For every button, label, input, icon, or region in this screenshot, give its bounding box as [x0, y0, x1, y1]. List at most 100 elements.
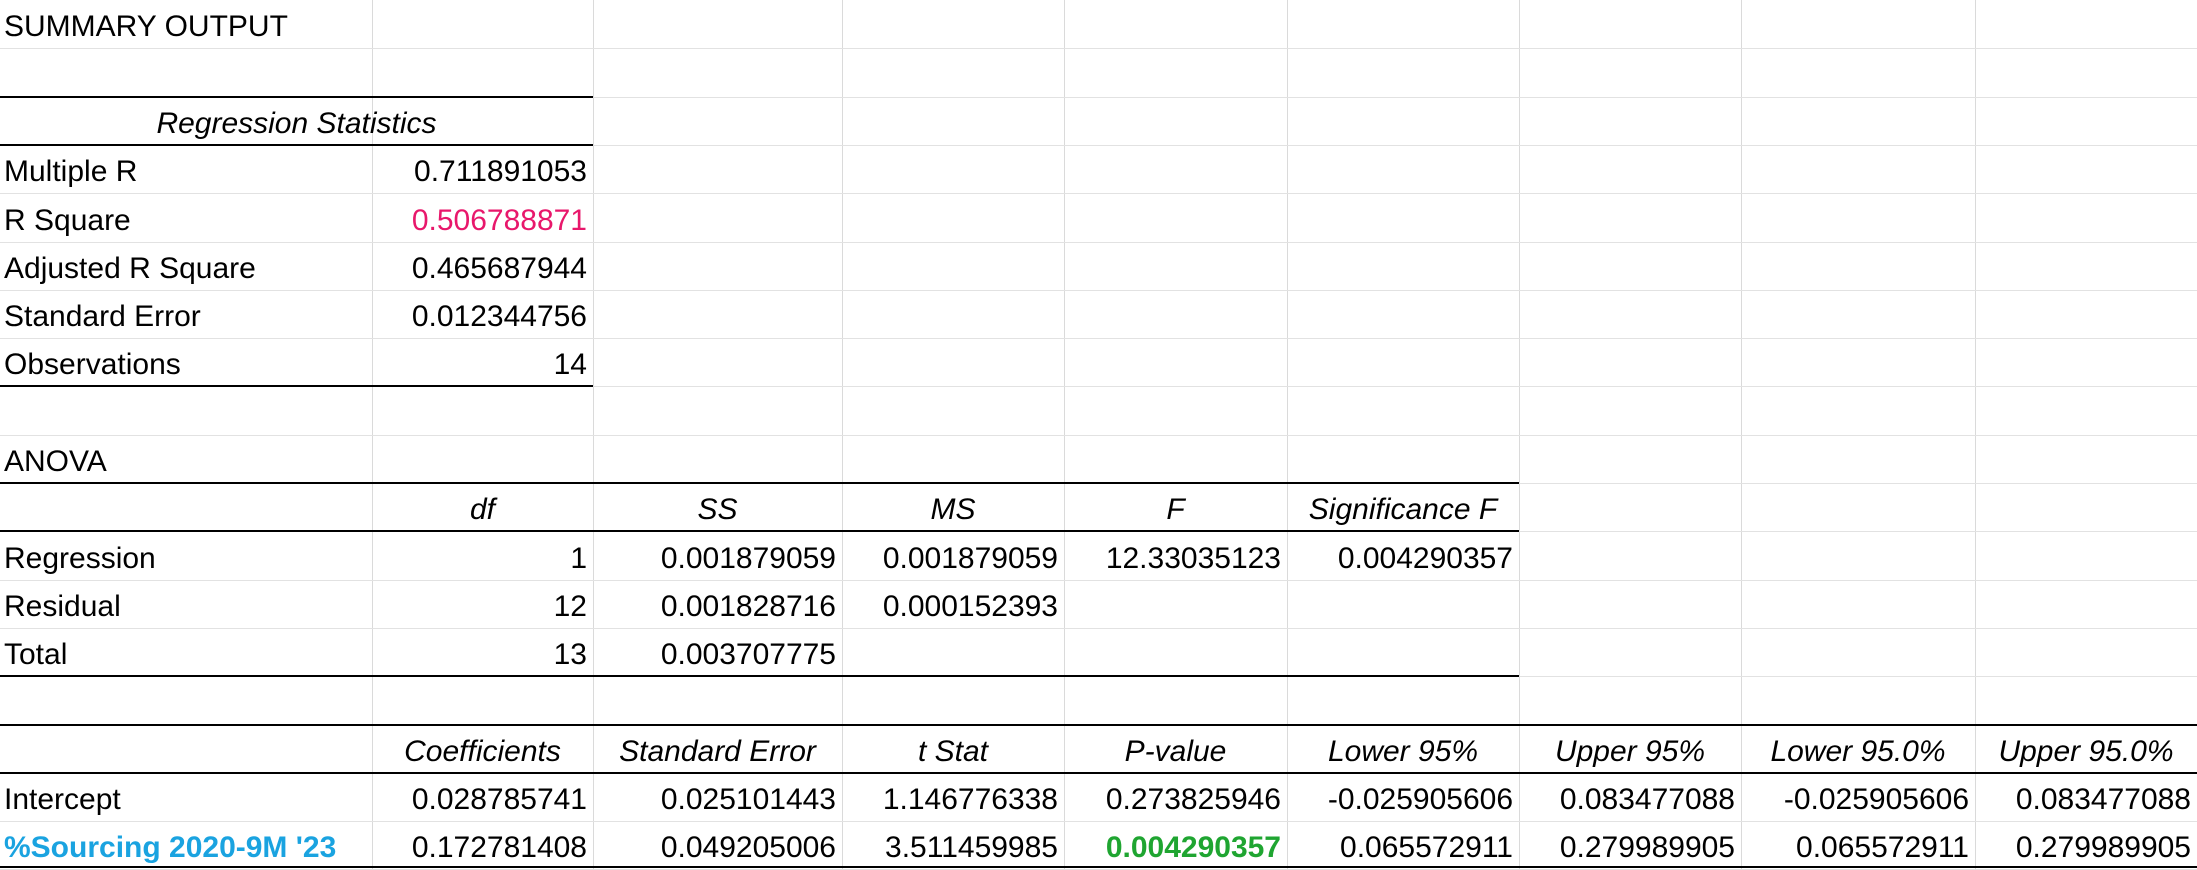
coef-header-text: Lower 95% — [1327, 735, 1479, 768]
table-border — [0, 675, 1519, 677]
stat-value-text: 0.506788871 — [411, 204, 587, 237]
coef-value[interactable]: 0.172781408 — [372, 821, 593, 869]
anova-value[interactable]: 0.000152393 — [842, 580, 1064, 628]
coef-row-label[interactable]: Intercept — [0, 773, 372, 821]
anova-header[interactable]: df — [372, 483, 593, 531]
regression-stats-header[interactable]: Regression Statistics — [0, 97, 593, 145]
table-border — [0, 724, 2197, 726]
coef-value[interactable]: 0.065572911 — [1741, 821, 1975, 869]
anova-title[interactable]: ANOVA — [0, 435, 372, 483]
table-border — [0, 772, 2197, 774]
coef-header[interactable]: t Stat — [842, 725, 1064, 773]
coef-value-text: 0.065572911 — [1796, 831, 1969, 864]
anova-value[interactable]: 12 — [372, 580, 593, 628]
coef-header[interactable]: Upper 95.0% — [1975, 725, 2197, 773]
coef-value-text: 0.172781408 — [411, 831, 587, 864]
coef-header-text: Upper 95.0% — [1998, 735, 2174, 768]
table-border — [0, 385, 593, 387]
coef-value-text: 0.279989905 — [2015, 831, 2191, 864]
coef-value[interactable]: 0.083477088 — [1975, 773, 2197, 821]
anova-value[interactable]: 13 — [372, 628, 593, 676]
stat-label[interactable]: Adjusted R Square — [0, 242, 372, 290]
anova-value[interactable]: 0.001879059 — [842, 531, 1064, 580]
table-border — [0, 866, 2197, 868]
coef-value-text: 0.049205006 — [660, 831, 836, 864]
coef-value[interactable]: 1.146776338 — [842, 773, 1064, 821]
stat-label[interactable]: R Square — [0, 193, 372, 242]
coef-value-text: -0.025905606 — [1783, 783, 1969, 816]
coef-header[interactable]: Coefficients — [372, 725, 593, 773]
anova-value[interactable]: 0.003707775 — [593, 628, 842, 676]
coef-value-text: 0.083477088 — [1559, 783, 1735, 816]
stat-label[interactable]: Standard Error — [0, 290, 372, 338]
coef-header[interactable]: Lower 95% — [1287, 725, 1519, 773]
stat-label[interactable]: Multiple R — [0, 145, 372, 193]
stat-label-text: Multiple R — [4, 155, 138, 188]
anova-value-text: 1 — [570, 542, 587, 575]
coef-value[interactable]: 0.049205006 — [593, 821, 842, 869]
coef-value-text: 0.279989905 — [1559, 831, 1735, 864]
anova-value-text: 0.001879059 — [882, 542, 1058, 575]
coef-header[interactable]: P-value — [1064, 725, 1287, 773]
coef-value[interactable]: 0.025101443 — [593, 773, 842, 821]
coef-value[interactable]: 0.065572911 — [1287, 821, 1519, 869]
coef-value[interactable]: 3.511459985 — [842, 821, 1064, 869]
anova-value-text: 12.33035123 — [1105, 542, 1281, 575]
coef-value-text: 0.273825946 — [1105, 783, 1281, 816]
anova-header-text: F — [1166, 493, 1185, 526]
anova-header-text: SS — [697, 493, 738, 526]
coef-header-text: Upper 95% — [1554, 735, 1706, 768]
coef-value[interactable]: 0.279989905 — [1519, 821, 1741, 869]
anova-row-label[interactable]: Residual — [0, 580, 372, 628]
coef-header-text: Lower 95.0% — [1770, 735, 1946, 768]
coef-value[interactable]: 0.028785741 — [372, 773, 593, 821]
spreadsheet-grid[interactable]: SUMMARY OUTPUT Regression Statistics Multi… — [0, 0, 2197, 870]
coef-header[interactable]: Lower 95.0% — [1741, 725, 1975, 773]
stat-value[interactable]: 0.012344756 — [372, 290, 593, 338]
anova-value[interactable]: 0.001828716 — [593, 580, 842, 628]
coef-value[interactable]: -0.025905606 — [1287, 773, 1519, 821]
anova-row-label[interactable]: Total — [0, 628, 372, 676]
coef-value-text: 0.025101443 — [660, 783, 836, 816]
coef-value[interactable]: 0.083477088 — [1519, 773, 1741, 821]
coef-value[interactable]: 0.279989905 — [1975, 821, 2197, 869]
anova-row-label[interactable]: Regression — [0, 531, 372, 580]
anova-header[interactable]: MS — [842, 483, 1064, 531]
coef-value[interactable]: 0.004290357 — [1064, 821, 1287, 869]
coef-value-text: 1.146776338 — [882, 783, 1058, 816]
coef-header-text: Coefficients — [404, 735, 561, 768]
anova-value[interactable]: 0.001879059 — [593, 531, 842, 580]
anova-header-text: MS — [930, 493, 976, 526]
anova-header[interactable]: SS — [593, 483, 842, 531]
anova-value[interactable]: 12.33035123 — [1064, 531, 1287, 580]
stat-value[interactable]: 0.711891053 — [372, 145, 593, 193]
stat-label-text: Standard Error — [4, 300, 201, 333]
coef-header[interactable]: Standard Error — [593, 725, 842, 773]
coef-value[interactable]: 0.273825946 — [1064, 773, 1287, 821]
stat-value[interactable]: 14 — [372, 338, 593, 386]
anova-value-text: 0.001879059 — [660, 542, 836, 575]
table-border — [0, 482, 1519, 484]
table-border — [0, 96, 593, 98]
coef-value[interactable]: -0.025905606 — [1741, 773, 1975, 821]
anova-value[interactable]: 1 — [372, 531, 593, 580]
anova-value-text: 0.003707775 — [660, 638, 836, 671]
coef-header-text: Standard Error — [619, 735, 816, 768]
stat-value[interactable]: 0.465687944 — [372, 242, 593, 290]
anova-value[interactable]: 0.004290357 — [1287, 531, 1519, 580]
stat-label[interactable]: Observations — [0, 338, 372, 386]
stat-label-text: Observations — [4, 348, 181, 381]
summary-title[interactable]: SUMMARY OUTPUT — [0, 0, 372, 48]
stat-value-text: 0.465687944 — [411, 252, 587, 285]
summary-title-text: SUMMARY OUTPUT — [4, 10, 288, 43]
anova-value-text: 0.000152393 — [882, 590, 1058, 623]
coef-header[interactable]: Upper 95% — [1519, 725, 1741, 773]
stat-value[interactable]: 0.506788871 — [372, 193, 593, 242]
anova-header[interactable]: Significance F — [1287, 483, 1519, 531]
coef-row-label[interactable]: %Sourcing 2020-9M '23 — [0, 821, 372, 869]
anova-value-text: 0.001828716 — [660, 590, 836, 623]
stat-label-text: Adjusted R Square — [4, 252, 256, 285]
anova-value-text: 12 — [553, 590, 587, 623]
anova-header[interactable]: F — [1064, 483, 1287, 531]
anova-row-label-text: Residual — [4, 590, 121, 623]
